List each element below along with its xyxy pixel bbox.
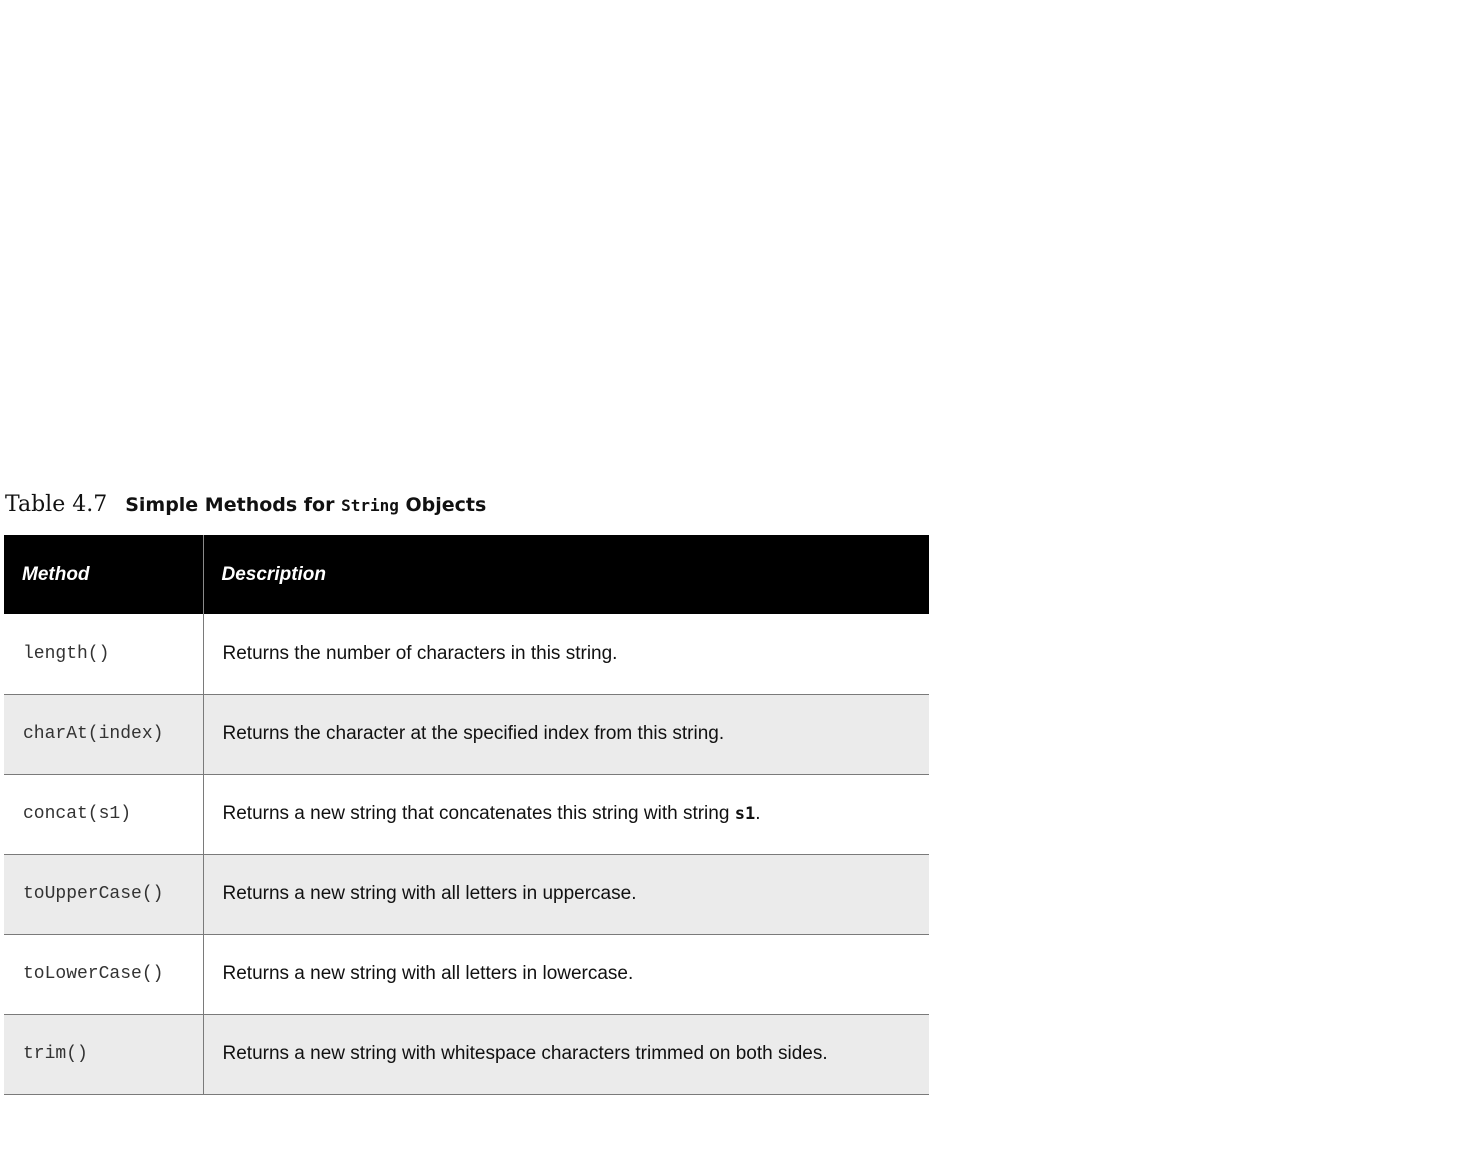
table-title: Simple Methods for String Objects (125, 494, 486, 516)
method-cell: charAt(index) (4, 694, 204, 775)
description-cell: Returns a new string with whitespace cha… (203, 1014, 929, 1095)
table-row: charAt(index) Returns the character at t… (4, 694, 929, 775)
method-cell: length() (4, 614, 204, 695)
description-cell: Returns the character at the specified i… (203, 694, 929, 775)
table-row: trim() Returns a new string with whitesp… (4, 1014, 929, 1095)
column-header-method: Method (4, 535, 204, 614)
method-cell: toUpperCase() (4, 854, 204, 935)
table-row: length() Returns the number of character… (4, 614, 929, 695)
table-row: toLowerCase() Returns a new string with … (4, 934, 929, 1015)
table-caption: Table 4.7 Simple Methods for String Obje… (5, 492, 486, 522)
table-body: length() Returns the number of character… (4, 614, 929, 1095)
method-cell: trim() (4, 1014, 204, 1095)
description-cell: Returns a new string that concatenates t… (203, 774, 929, 855)
string-methods-table: Method Description length() Returns the … (4, 535, 929, 1095)
method-cell: concat(s1) (4, 774, 204, 855)
method-cell: toLowerCase() (4, 934, 204, 1015)
table-title-code: String (341, 496, 399, 515)
description-text-before: Returns a new string that concatenates t… (222, 803, 735, 824)
table-title-text-after: Objects (398, 494, 487, 516)
description-text-after: . (755, 803, 761, 824)
description-cell: Returns a new string with all letters in… (203, 934, 929, 1015)
table-number: Table 4.7 (5, 492, 108, 517)
table-row: concat(s1) Returns a new string that con… (4, 774, 929, 855)
description-cell: Returns a new string with all letters in… (203, 854, 929, 935)
table-title-text-before: Simple Methods for (125, 494, 342, 516)
table-header-row: Method Description (4, 535, 929, 614)
table-header: Method Description (4, 535, 929, 614)
column-header-description: Description (203, 535, 929, 614)
table-row: toUpperCase() Returns a new string with … (4, 854, 929, 935)
description-code: s1 (734, 804, 756, 824)
description-cell: Returns the number of characters in this… (203, 614, 929, 695)
